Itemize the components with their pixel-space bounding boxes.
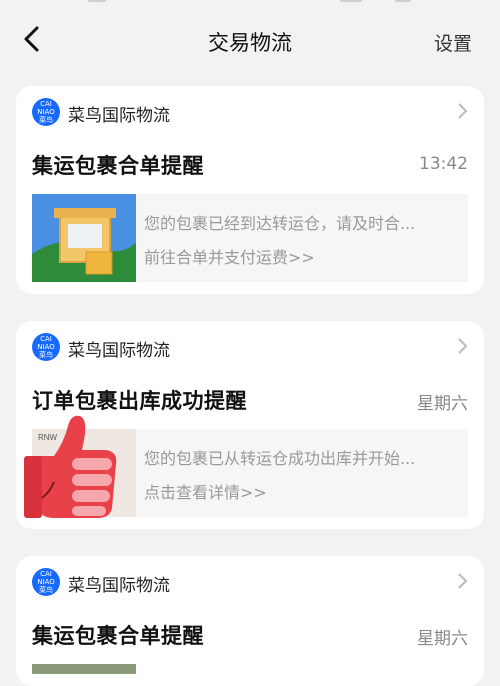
chevron-right-icon [458, 338, 468, 354]
preview-text: 您的包裹已从转运仓成功出库并开始... [144, 449, 416, 468]
source-name: 菜鸟国际物流 [68, 106, 170, 126]
preview-text: 您的包裹已经到达转运仓，请及时合... [144, 214, 416, 233]
cainiao-logo-icon: CAI NIAO 菜鸟 [32, 568, 60, 596]
message-time: 星期六 [417, 394, 468, 414]
source-name: 菜鸟国际物流 [68, 576, 170, 596]
message-time: 星期六 [417, 629, 468, 649]
message-title: 集运包裹合单提醒 [32, 154, 204, 178]
message-preview[interactable]: 您的包裹已经到达转运仓，请及时合... 前往合单并支付运费>> [32, 194, 468, 282]
package-thumbnail-icon [32, 194, 136, 282]
source-row[interactable]: CAI NIAO 菜鸟 菜鸟国际物流 [16, 321, 484, 373]
chevron-right-icon [458, 573, 468, 589]
source-name: 菜鸟国际物流 [68, 341, 170, 361]
cainiao-logo-icon: CAI NIAO 菜鸟 [32, 98, 60, 126]
thumbs-up-icon [24, 415, 117, 518]
message-time: 13:42 [419, 154, 468, 174]
settings-button[interactable]: 设置 [434, 29, 472, 56]
nav-header: 交易物流 设置 [0, 0, 500, 80]
source-row[interactable]: CAI NIAO 菜鸟 菜鸟国际物流 [16, 556, 484, 608]
preview-link[interactable]: 点击查看详情>> [144, 479, 267, 503]
source-row[interactable]: CAI NIAO 菜鸟 菜鸟国际物流 [16, 86, 484, 138]
message-card[interactable]: CAI NIAO 菜鸟 菜鸟国际物流 集运包裹合单提醒 星期六 [16, 556, 484, 686]
message-title: 集运包裹合单提醒 [32, 624, 204, 648]
cainiao-logo-icon: CAI NIAO 菜鸟 [32, 333, 60, 361]
message-title: 订单包裹出库成功提醒 [32, 389, 247, 413]
preview-link[interactable]: 前往合单并支付运费>> [144, 244, 315, 268]
message-card[interactable]: CAI NIAO 菜鸟 菜鸟国际物流 集运包裹合单提醒 13:42 您的包裹已经… [16, 86, 484, 294]
chevron-right-icon [458, 103, 468, 119]
page-title: 交易物流 [208, 31, 292, 55]
